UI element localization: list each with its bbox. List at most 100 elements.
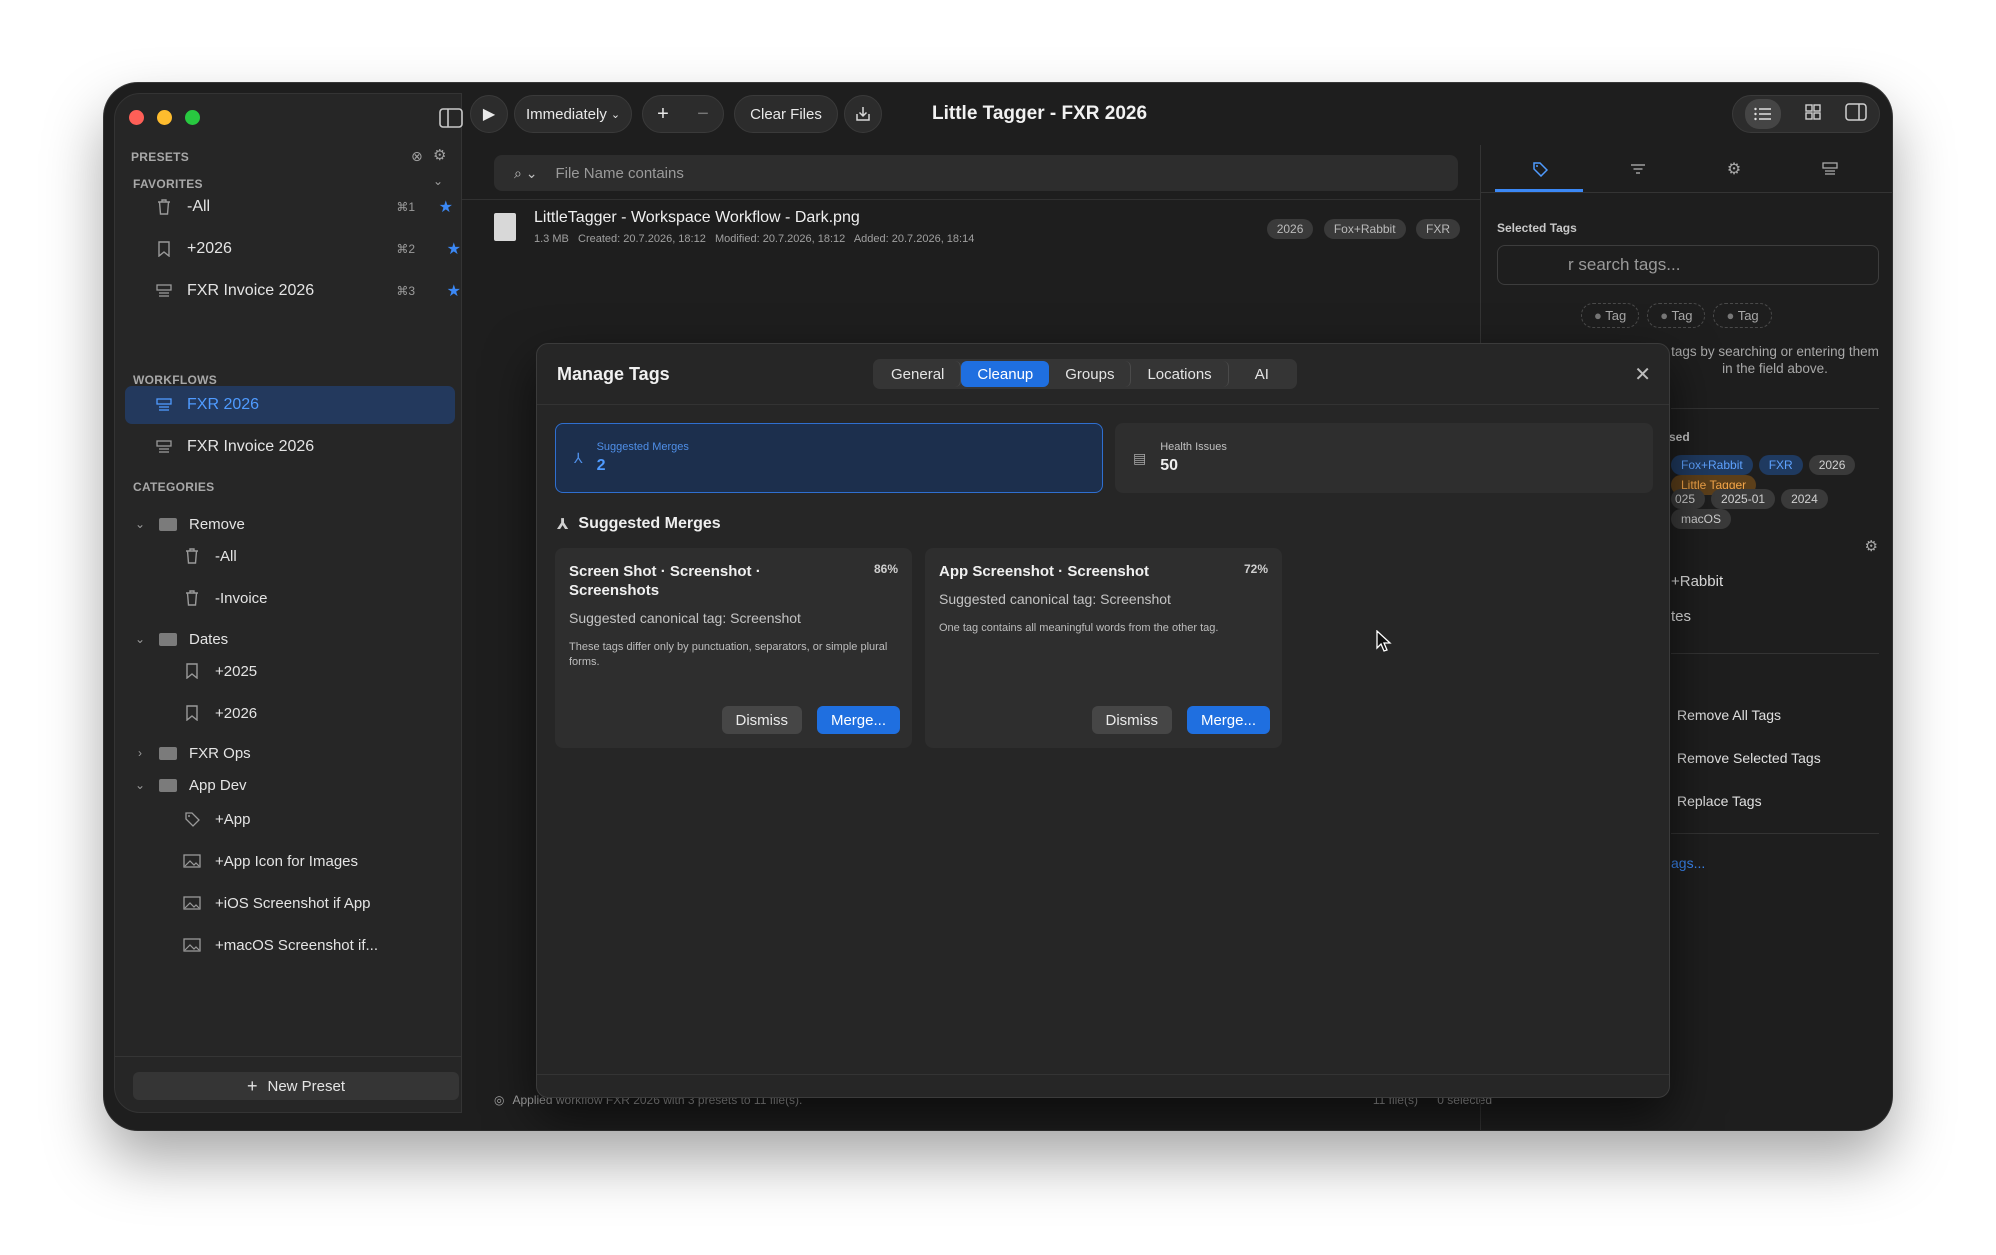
main-divider [462,199,1480,200]
list-view-icon[interactable] [1745,99,1781,129]
star-icon[interactable]: ★ [447,239,461,259]
close-icon[interactable]: ✕ [1634,362,1651,387]
used-tag[interactable]: Fox+Rabbit [1671,455,1753,475]
favorite-item-2026[interactable]: +2026 ⌘2 ★ [125,230,461,268]
star-icon[interactable]: ★ [439,197,453,217]
tag-icon[interactable] [1529,159,1551,179]
health-issues-card[interactable]: ▤ Health Issues 50 [1115,423,1653,493]
preset-label: +macOS Screenshot if... [215,936,378,954]
import-button[interactable] [844,95,882,133]
preset-item[interactable]: -Invoice [125,579,455,617]
play-button[interactable]: ▶ [470,95,508,133]
tab-cleanup[interactable]: Cleanup [961,361,1050,387]
sidebar-divider [115,1056,461,1057]
chevron-down-icon[interactable]: ⌄ [133,778,147,792]
star-icon[interactable]: ★ [447,281,461,301]
used-tags-heading: sed [1669,430,1690,444]
file-name: LittleTagger - Workspace Workflow - Dark… [534,209,860,226]
tab-groups[interactable]: Groups [1049,361,1132,387]
file-tag[interactable]: Fox+Rabbit [1323,219,1406,239]
category-dates[interactable]: ⌄ Dates [133,624,228,654]
category-label: FXR Ops [189,744,251,762]
used-tag[interactable]: 2026 [1808,455,1856,475]
minimize-window-button[interactable] [157,110,172,125]
tag-search-field[interactable]: r search tags... [1497,245,1879,285]
file-icon [494,213,516,241]
preset-item[interactable]: +App [125,800,455,838]
workflow-icon [155,396,173,414]
tag-search-placeholder: r search tags... [1568,255,1681,274]
inspector-toggle-icon[interactable] [1845,103,1867,125]
list-item[interactable]: tes [1671,608,1691,625]
merge-suggestion: Suggested canonical tag: Screenshot [939,591,1171,607]
preset-item[interactable]: +iOS Screenshot if App [125,884,455,922]
image-icon [183,894,201,912]
suggested-merges-card[interactable]: ⅄ Suggested Merges 2 [555,423,1103,493]
used-tag[interactable]: 2025-01 [1711,489,1776,509]
chevron-down-icon[interactable]: ⌄ [433,174,443,188]
category-label: Remove [189,515,245,533]
category-app-dev[interactable]: ⌄ App Dev [133,770,247,800]
used-tag[interactable]: macOS [1671,509,1732,529]
dismiss-button[interactable]: Dismiss [1091,706,1172,734]
file-meta: 1.3 MB Created: 20.7.2026, 18:12 Modifie… [534,233,975,245]
merge-button[interactable]: Merge... [1186,706,1270,734]
file-tag[interactable]: 2026 [1266,219,1314,239]
category-remove[interactable]: ⌄ Remove [133,509,245,539]
sidebar: PRESETS ⊗ ⚙ FAVORITES ⌄ -All ⌘1 ★ +2026 … [114,93,463,1113]
bookmark-icon [155,240,173,258]
workflow-item-fxr-invoice[interactable]: FXR Invoice 2026 [125,428,455,466]
used-tag[interactable]: 2024 [1781,489,1828,509]
new-preset-button[interactable]: + New Preset [133,1072,459,1100]
clear-files-button[interactable]: Clear Files [734,95,838,133]
preset-item[interactable]: +App Icon for Images [125,842,455,880]
placeholder-tag: ● Tag [1647,303,1706,328]
clear-circle-icon[interactable]: ⊗ [411,148,423,165]
toolbar: ▶ Immediately ⌄ + − Clear Files Little T… [462,83,1892,145]
tab-general[interactable]: General [875,361,962,387]
gear-icon[interactable]: ⚙ [433,146,446,164]
merge-title: App Screenshot · Screenshot [939,563,1150,580]
shortcut-label: ⌘1 [396,200,415,214]
preset-item[interactable]: +macOS Screenshot if... [125,926,455,964]
selected-tags-heading: Selected Tags [1497,221,1577,235]
gear-icon[interactable]: ⚙ [1723,159,1745,179]
manage-tags-link[interactable]: ags... [1671,855,1705,871]
dialog-divider [537,404,1669,405]
file-search-field[interactable]: ⌕ ⌄ File Name contains [494,155,1458,191]
file-tag[interactable]: FXR [1416,219,1460,239]
replace-tags-button[interactable]: Replace Tags [1677,793,1762,809]
search-icon[interactable]: ⌕ ⌄ [514,165,537,182]
gear-icon[interactable]: ⚙ [1865,537,1878,555]
preset-item[interactable]: +2025 [125,652,455,690]
merge-button[interactable]: Merge... [816,706,900,734]
file-row[interactable]: LittleTagger - Workspace Workflow - Dark… [484,209,1468,249]
used-tag[interactable]: FXR [1758,455,1803,475]
chevron-right-icon[interactable]: › [133,746,147,760]
remove-selected-tags-button[interactable]: Remove Selected Tags [1677,750,1821,766]
trash-icon [183,589,201,607]
close-window-button[interactable] [129,110,144,125]
preset-item[interactable]: +2026 [125,694,455,732]
run-mode-dropdown[interactable]: Immediately ⌄ [514,95,632,133]
preset-item[interactable]: -All [125,537,455,575]
plus-button[interactable]: + [657,103,669,126]
category-fxr-ops[interactable]: › FXR Ops [133,738,251,768]
chevron-down-icon[interactable]: ⌄ [133,632,147,646]
tab-ai[interactable]: AI [1229,361,1295,387]
workflow-icon[interactable] [1819,159,1841,179]
remove-all-tags-button[interactable]: Remove All Tags [1677,707,1781,723]
favorite-item-fxr-invoice[interactable]: FXR Invoice 2026 ⌘3 ★ [125,272,461,310]
tab-locations[interactable]: Locations [1131,361,1229,387]
used-tag[interactable]: 025 [1671,489,1706,509]
list-item[interactable]: +Rabbit [1671,573,1723,590]
category-label: Dates [189,630,229,648]
dismiss-button[interactable]: Dismiss [721,706,802,734]
favorite-item-all[interactable]: -All ⌘1 ★ [125,188,455,226]
grid-view-icon[interactable] [1805,104,1821,124]
minus-button[interactable]: − [697,103,709,126]
chevron-down-icon[interactable]: ⌄ [133,517,147,531]
zoom-window-button[interactable] [185,110,200,125]
filter-icon[interactable] [1627,159,1649,179]
workflow-item-fxr-2026[interactable]: FXR 2026 [125,386,455,424]
